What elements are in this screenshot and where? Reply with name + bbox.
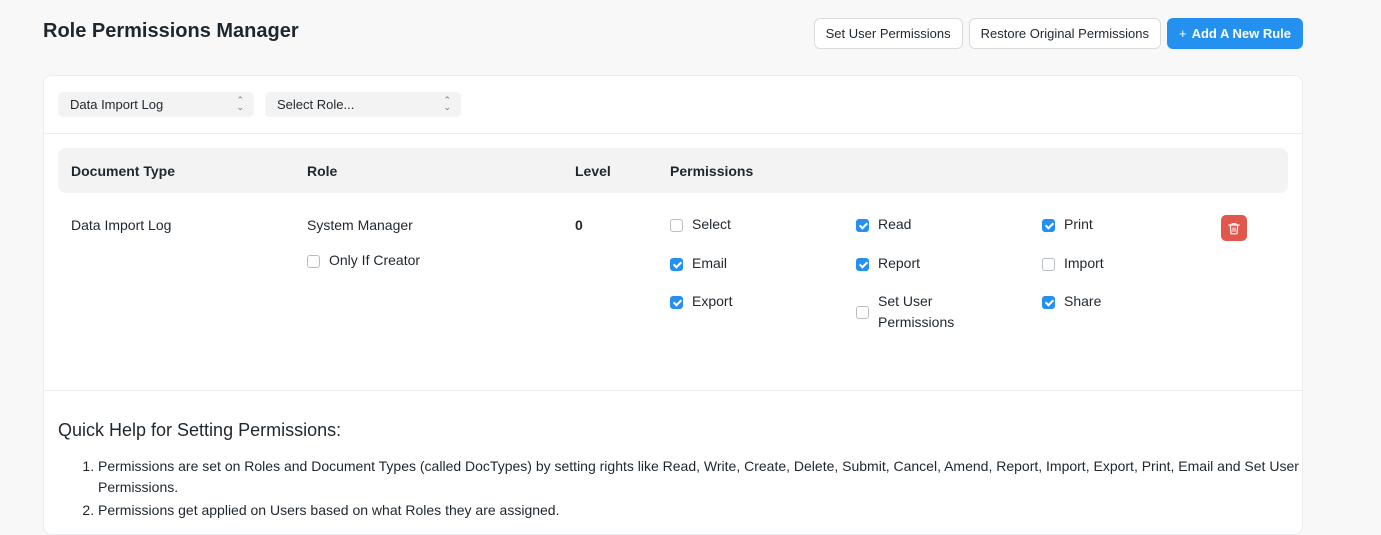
table-header: Document Type Role Level Permissions	[58, 148, 1288, 193]
doctype-select[interactable]: Data Import Log ⌃ ⌄	[58, 92, 254, 117]
row-document-type: Data Import Log	[71, 217, 172, 233]
delete-rule-button[interactable]	[1221, 215, 1247, 241]
perm-report-label: Report	[878, 255, 921, 271]
perm-select-checkbox[interactable]	[670, 219, 683, 232]
permissions-card: Data Import Log ⌃ ⌄ Select Role... ⌃ ⌄ Doc…	[43, 75, 1303, 535]
perm-select-label: Select	[692, 216, 731, 232]
perm-share-label: Share	[1064, 293, 1102, 309]
add-new-rule-button[interactable]: + Add A New Rule	[1166, 18, 1303, 49]
perm-read-label: Read	[878, 216, 912, 232]
doctype-select-value: Data Import Log	[70, 97, 164, 112]
help-list: Permissions are set on Roles and Documen…	[58, 456, 1318, 523]
perm-report-checkbox[interactable]	[856, 258, 869, 271]
filter-bar: Data Import Log ⌃ ⌄ Select Role... ⌃ ⌄	[44, 76, 1302, 134]
help-item: Permissions get applied on Users based o…	[98, 500, 1318, 521]
column-document-type: Document Type	[71, 163, 175, 179]
role-select[interactable]: Select Role... ⌃ ⌄	[265, 92, 461, 117]
chevron-up-down-icon: ⌃ ⌄	[443, 95, 451, 112]
perm-email-checkbox[interactable]	[670, 258, 683, 271]
perm-import-checkbox[interactable]	[1042, 258, 1055, 271]
section-divider	[44, 390, 1302, 391]
help-item: Permissions are set on Roles and Documen…	[98, 456, 1318, 498]
role-select-placeholder: Select Role...	[277, 97, 355, 112]
perm-read-checkbox[interactable]	[856, 219, 869, 232]
perm-print-checkbox[interactable]	[1042, 219, 1055, 232]
chevron-up-down-icon: ⌃ ⌄	[236, 95, 244, 112]
restore-original-permissions-button[interactable]: Restore Original Permissions	[968, 18, 1161, 49]
only-if-creator-checkbox[interactable]	[307, 255, 320, 268]
perm-print-label: Print	[1064, 216, 1093, 232]
perm-email-label: Email	[692, 255, 728, 271]
help-title: Quick Help for Setting Permissions:	[58, 420, 342, 440]
page-title: Role Permissions Manager	[43, 20, 299, 42]
column-role: Role	[307, 163, 338, 179]
perm-import-label: Import	[1064, 255, 1104, 271]
row-role: System Manager	[307, 217, 413, 233]
trash-icon	[1228, 222, 1240, 234]
page-actions: Set User Permissions Restore Original Pe…	[813, 18, 1303, 49]
perm-export-label: Export	[692, 293, 733, 309]
column-level: Level	[575, 163, 611, 179]
perm-share-checkbox[interactable]	[1042, 296, 1055, 309]
row-level: 0	[575, 217, 583, 233]
set-user-permissions-button[interactable]: Set User Permissions	[813, 18, 963, 49]
add-new-rule-label: Add A New Rule	[1191, 26, 1291, 41]
perm-set-user-permissions-checkbox[interactable]	[856, 306, 869, 319]
perm-export-checkbox[interactable]	[670, 296, 683, 309]
perm-set-user-permissions-label: Set User Permissions	[878, 293, 955, 330]
plus-icon: +	[1178, 26, 1187, 41]
only-if-creator-label: Only If Creator	[329, 252, 421, 268]
column-permissions: Permissions	[670, 163, 754, 179]
